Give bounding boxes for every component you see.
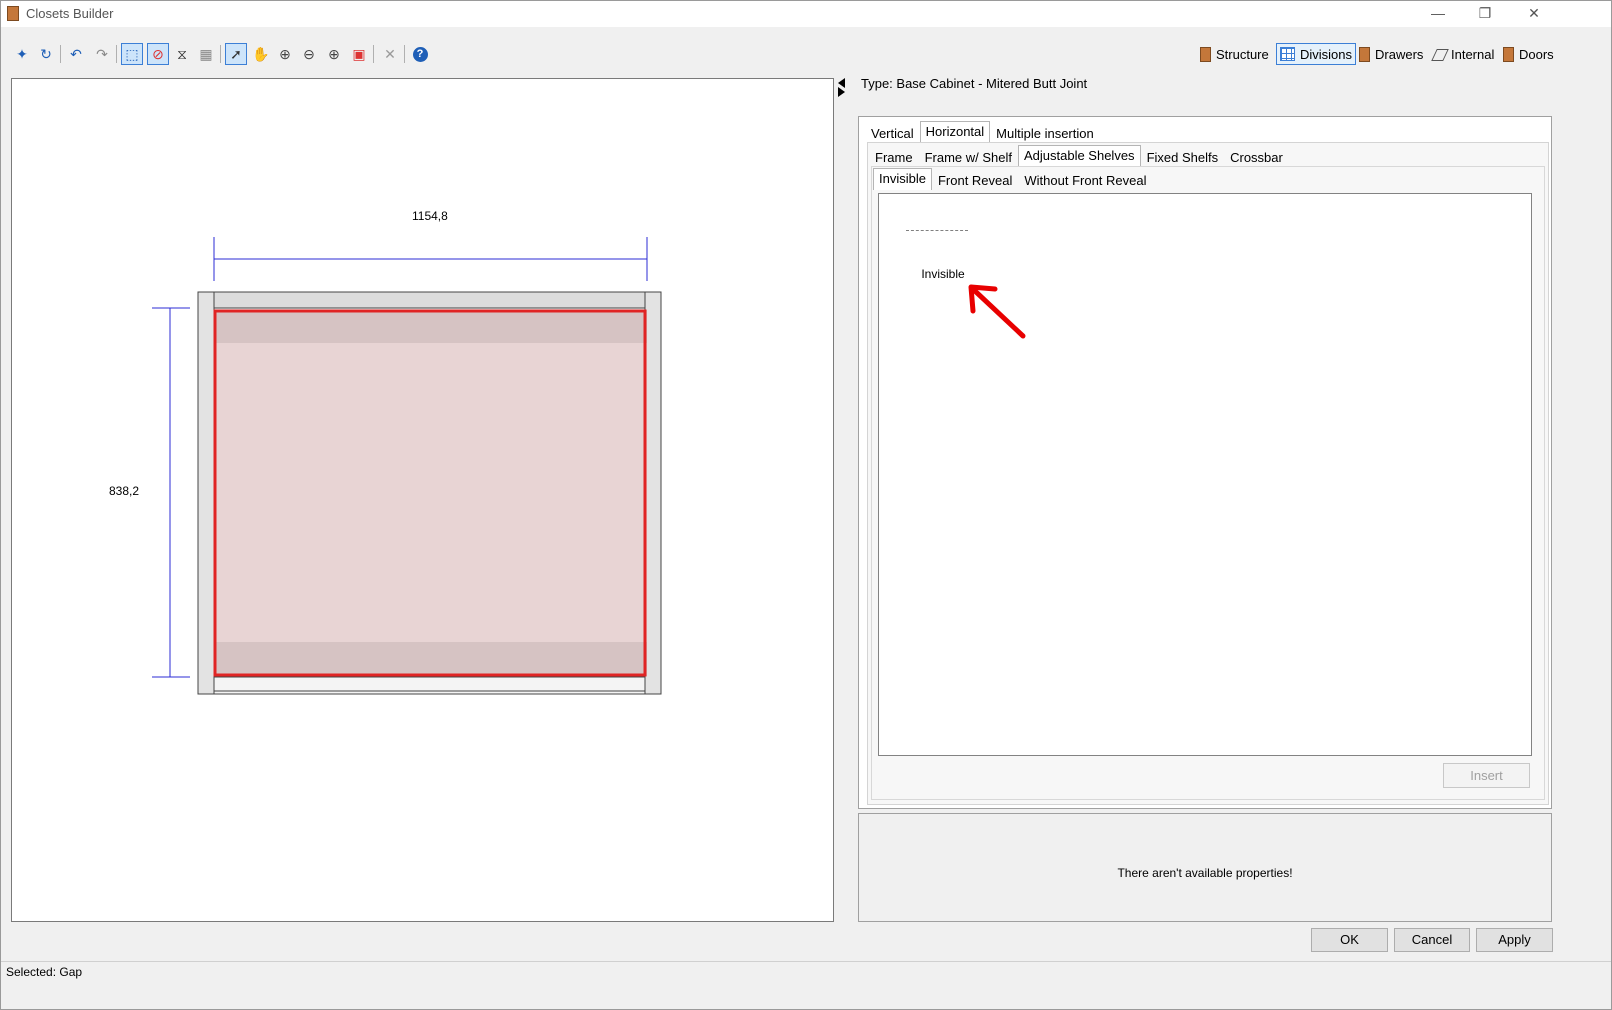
drawers-mode-button[interactable]: Drawers bbox=[1356, 43, 1426, 65]
toolbar-separator bbox=[404, 45, 405, 63]
status-text: Selected: Gap bbox=[6, 965, 83, 979]
minimize-button[interactable]: — bbox=[1415, 3, 1461, 25]
undo-icon[interactable]: ↶ bbox=[65, 43, 87, 65]
refresh-icon[interactable]: ↻ bbox=[35, 43, 57, 65]
drawers-label: Drawers bbox=[1375, 46, 1424, 62]
measure-icon[interactable]: ⧖ bbox=[171, 43, 193, 65]
select-division-icon[interactable]: ⬚ bbox=[121, 43, 143, 65]
right-side-panel bbox=[644, 291, 662, 695]
zoom-in-icon[interactable]: ⊕ bbox=[323, 43, 345, 65]
properties-message: There aren't available properties! bbox=[1117, 866, 1293, 880]
pointer-icon[interactable]: ➚ bbox=[225, 43, 247, 65]
gap-bottom-band bbox=[214, 642, 647, 676]
restore-button[interactable]: ❐ bbox=[1462, 3, 1508, 25]
panel-splitter-toggle[interactable] bbox=[837, 77, 847, 99]
internal-mode-button[interactable]: Internal bbox=[1428, 43, 1497, 65]
tab-front-reveal[interactable]: Front Reveal bbox=[932, 170, 1018, 190]
tab-frame[interactable]: Frame bbox=[869, 147, 919, 167]
selected-gap[interactable] bbox=[214, 310, 647, 676]
cabinet-drawing bbox=[152, 237, 662, 695]
width-dimension-label: 1154,8 bbox=[412, 209, 448, 223]
tab-fixed-shelfs[interactable]: Fixed Shelfs bbox=[1141, 147, 1225, 167]
doors-mode-button[interactable]: Doors bbox=[1500, 43, 1557, 65]
tab-adjustable-shelves[interactable]: Adjustable Shelves bbox=[1017, 145, 1141, 167]
remove-division-icon[interactable]: ⊘ bbox=[147, 43, 169, 65]
status-bar: Selected: Gap bbox=[1, 961, 1611, 981]
height-dimension-label: 838,2 bbox=[109, 484, 140, 498]
close-button[interactable]: ✕ bbox=[1511, 3, 1557, 25]
tab-row-division-type: Frame Frame w/ Shelf Adjustable Shelves … bbox=[869, 145, 1289, 167]
tab-frame-with-shelf[interactable]: Frame w/ Shelf bbox=[919, 147, 1018, 167]
tab-row-orientation: Vertical Horizontal Multiple insertion bbox=[865, 121, 1100, 143]
apply-button[interactable]: Apply bbox=[1476, 928, 1553, 952]
window-title: Closets Builder bbox=[26, 6, 114, 21]
properties-panel: There aren't available properties! bbox=[858, 813, 1552, 922]
help-icon-glyph: ? bbox=[412, 46, 428, 62]
tab-multiple-insertion[interactable]: Multiple insertion bbox=[990, 123, 1100, 143]
ok-button[interactable]: OK bbox=[1311, 928, 1388, 952]
delete-icon[interactable]: ✕ bbox=[379, 43, 401, 65]
list-item[interactable]: Invisible bbox=[903, 230, 983, 281]
annotation-arrow-icon bbox=[968, 284, 1026, 339]
internal-icon bbox=[1431, 47, 1446, 61]
title-bar: Closets Builder — ❐ ✕ bbox=[1, 1, 1611, 27]
toolbar-separator bbox=[220, 45, 221, 63]
app-icon bbox=[7, 6, 19, 21]
door-icon bbox=[1503, 46, 1514, 62]
help-icon[interactable]: ? bbox=[409, 43, 431, 65]
toolbar-separator bbox=[60, 45, 61, 63]
gap-top-band bbox=[214, 310, 647, 343]
structure-label: Structure bbox=[1216, 46, 1269, 62]
shelf-type-list[interactable]: Invisible bbox=[878, 193, 1532, 756]
closets-builder-window: Closets Builder — ❐ ✕ ✦ ↻ ↶ ↷ ⬚ ⊘ ⧖ ▦ ➚ … bbox=[0, 0, 1612, 1010]
tab-row-reveal: Invisible Front Reveal Without Front Rev… bbox=[873, 168, 1153, 190]
cabinet-icon bbox=[1200, 46, 1211, 62]
tab-crossbar[interactable]: Crossbar bbox=[1224, 147, 1289, 167]
drawing-canvas[interactable]: 1154,8 838,2 bbox=[11, 78, 834, 922]
internal-label: Internal bbox=[1451, 46, 1495, 62]
top-panel bbox=[213, 291, 646, 309]
left-side-panel bbox=[197, 291, 215, 695]
bottom-panel bbox=[213, 676, 646, 692]
pan-icon[interactable]: ✋ bbox=[250, 43, 272, 65]
invisible-shelf-preview bbox=[906, 230, 968, 231]
toolbar-separator bbox=[373, 45, 374, 63]
tab-invisible[interactable]: Invisible bbox=[873, 168, 932, 190]
toolbar: ✦ ↻ ↶ ↷ ⬚ ⊘ ⧖ ▦ ➚ ✋ ⊕ ⊖ ⊕ ▣ ✕ ? Structur… bbox=[1, 39, 1611, 69]
structure-mode-button[interactable]: Structure bbox=[1197, 43, 1272, 65]
cancel-button[interactable]: Cancel bbox=[1394, 928, 1470, 952]
new-icon[interactable]: ✦ bbox=[11, 43, 33, 65]
cabinet-type-label: Type: Base Cabinet - Mitered Butt Joint bbox=[861, 76, 1088, 91]
tab-without-front-reveal[interactable]: Without Front Reveal bbox=[1018, 170, 1152, 190]
drawer-icon bbox=[1359, 46, 1370, 62]
tab-vertical[interactable]: Vertical bbox=[865, 123, 920, 143]
tab-horizontal[interactable]: Horizontal bbox=[919, 121, 991, 143]
view-icon[interactable]: ▣ bbox=[348, 43, 370, 65]
redo-icon[interactable]: ↷ bbox=[91, 43, 113, 65]
grid-icon bbox=[1280, 47, 1295, 61]
divisions-label: Divisions bbox=[1300, 46, 1353, 62]
zoom-out-icon[interactable]: ⊖ bbox=[298, 43, 320, 65]
doors-label: Doors bbox=[1519, 46, 1554, 62]
divisions-mode-button[interactable]: Divisions bbox=[1276, 43, 1357, 65]
grid-icon[interactable]: ▦ bbox=[195, 43, 217, 65]
toolbar-separator bbox=[116, 45, 117, 63]
zoom-fit-icon[interactable]: ⊕ bbox=[274, 43, 296, 65]
insert-button[interactable]: Insert bbox=[1443, 763, 1530, 788]
